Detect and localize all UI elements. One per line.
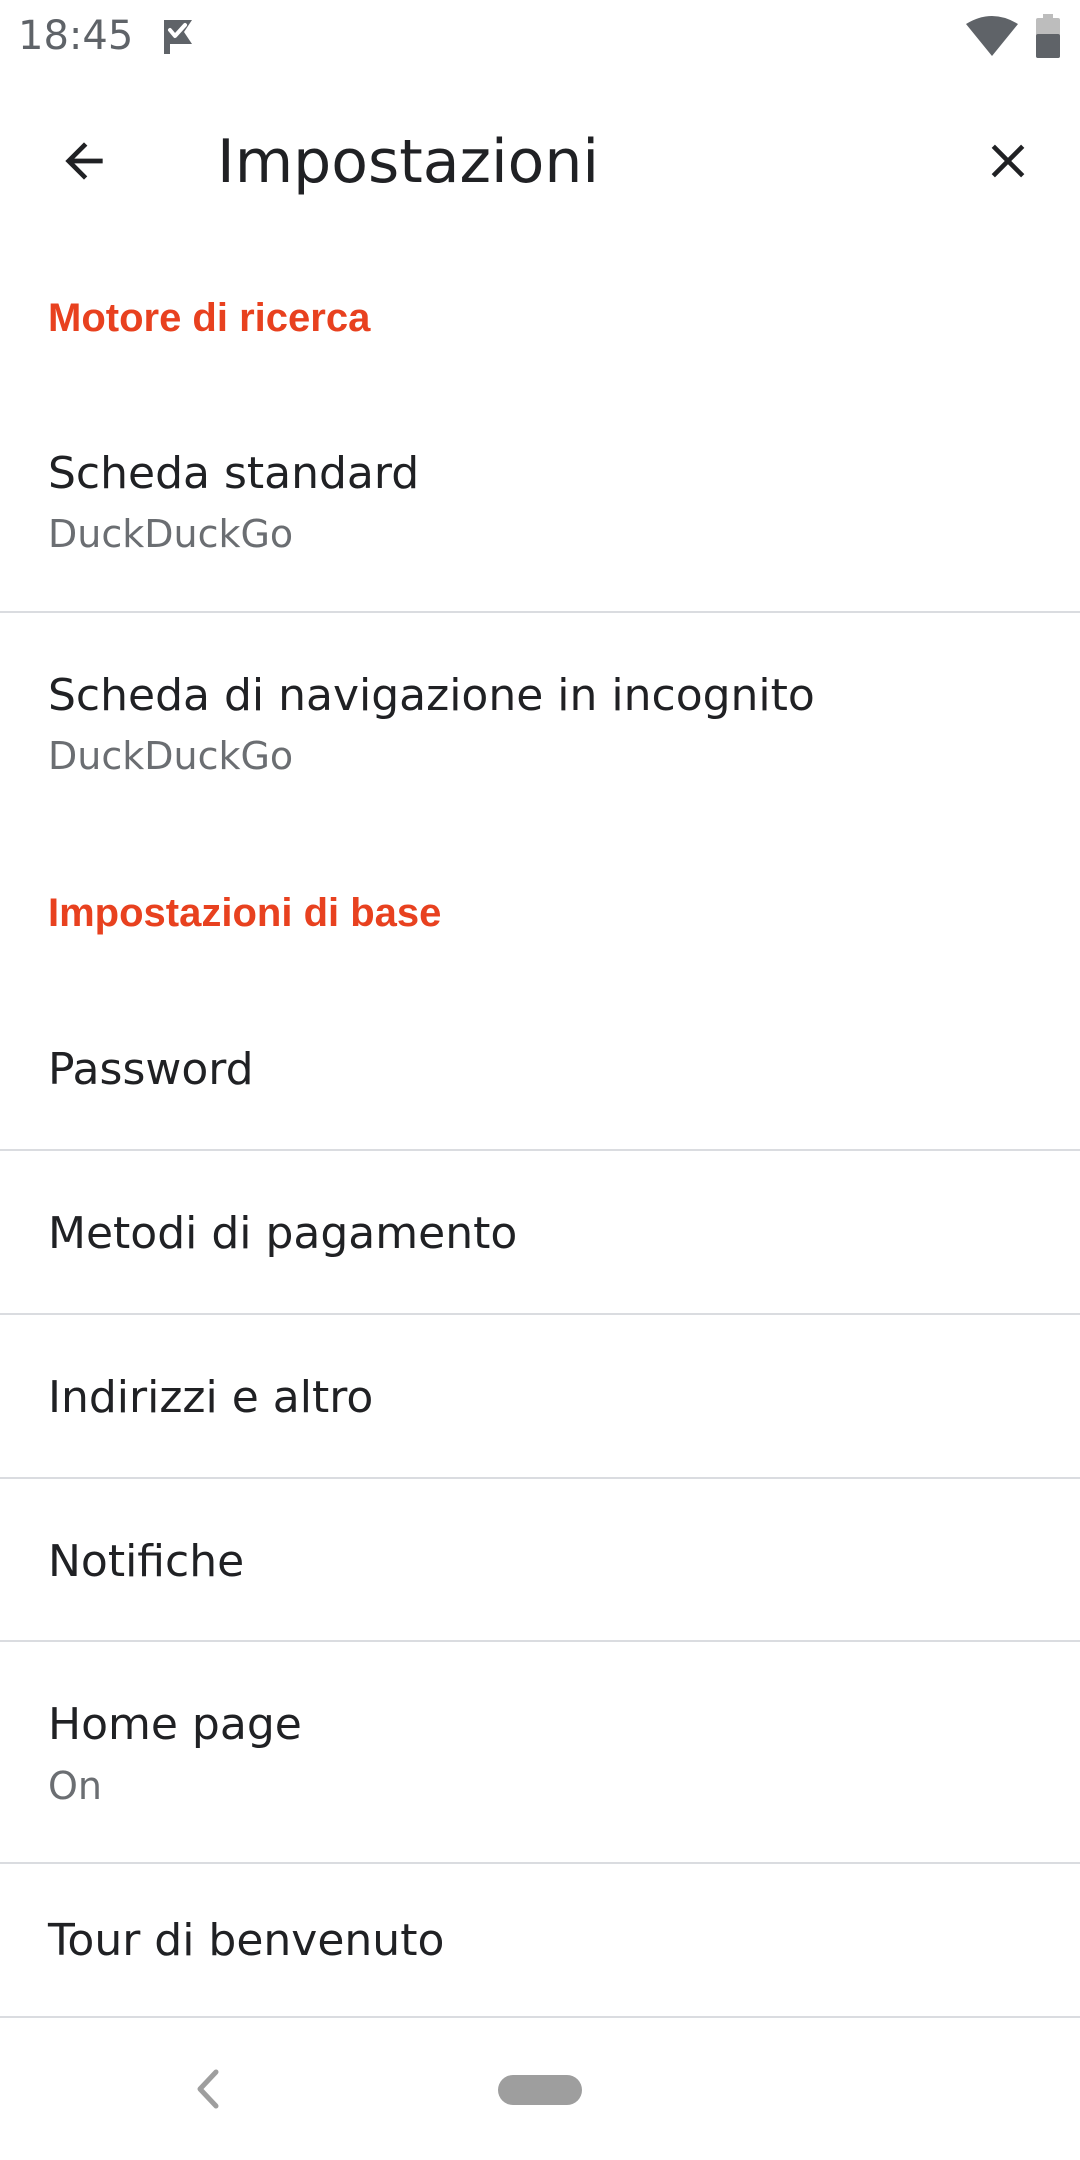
section-header-search-engine: Motore di ricerca — [48, 296, 371, 340]
pref-title: Tour di benvenuto — [48, 1915, 445, 1966]
pref-title: Scheda standard — [48, 448, 420, 499]
pref-homepage[interactable]: Home page On — [0, 1644, 1080, 1864]
pref-payment-methods[interactable]: Metodi di pagamento — [0, 1153, 1080, 1315]
section-header-basics: Impostazioni di base — [48, 891, 442, 935]
close-icon — [991, 144, 1025, 178]
arrow-back-icon — [65, 142, 103, 180]
pref-title: Notifiche — [48, 1536, 245, 1587]
pref-summary: DuckDuckGo — [48, 734, 294, 778]
pref-notifications[interactable]: Notifiche — [0, 1481, 1080, 1642]
nav-home-pill-icon[interactable] — [498, 2075, 582, 2105]
pref-title: Home page — [48, 1699, 302, 1750]
wifi-icon — [966, 16, 1018, 56]
system-nav-bar — [0, 2020, 1080, 2160]
pref-title: Metodi di pagamento — [48, 1208, 518, 1259]
pref-title: Indirizzi e altro — [48, 1372, 374, 1423]
pref-summary: On — [48, 1764, 102, 1808]
battery-icon — [1036, 14, 1060, 58]
nav-back-chevron-icon[interactable] — [190, 2064, 226, 2114]
page-title: Impostazioni — [217, 127, 600, 197]
status-time: 18:45 — [18, 13, 134, 59]
close-button[interactable] — [964, 117, 1052, 205]
check-flag-icon — [164, 20, 192, 54]
back-button[interactable] — [40, 117, 128, 205]
pref-title: Scheda di navigazione in incognito — [48, 670, 815, 721]
pref-summary: DuckDuckGo — [48, 512, 294, 556]
pref-welcome-tour[interactable]: Tour di benvenuto — [0, 1866, 1080, 2018]
pref-addresses[interactable]: Indirizzi e altro — [0, 1317, 1080, 1479]
pref-standard-tab[interactable]: Scheda standard DuckDuckGo — [0, 400, 1080, 613]
pref-passwords[interactable]: Password — [0, 990, 1080, 1151]
toolbar: Impostazioni — [0, 72, 1080, 242]
pref-incognito-tab[interactable]: Scheda di navigazione in incognito DuckD… — [0, 615, 1080, 835]
status-bar: 18:45 — [0, 0, 1080, 72]
pref-title: Password — [48, 1044, 254, 1095]
